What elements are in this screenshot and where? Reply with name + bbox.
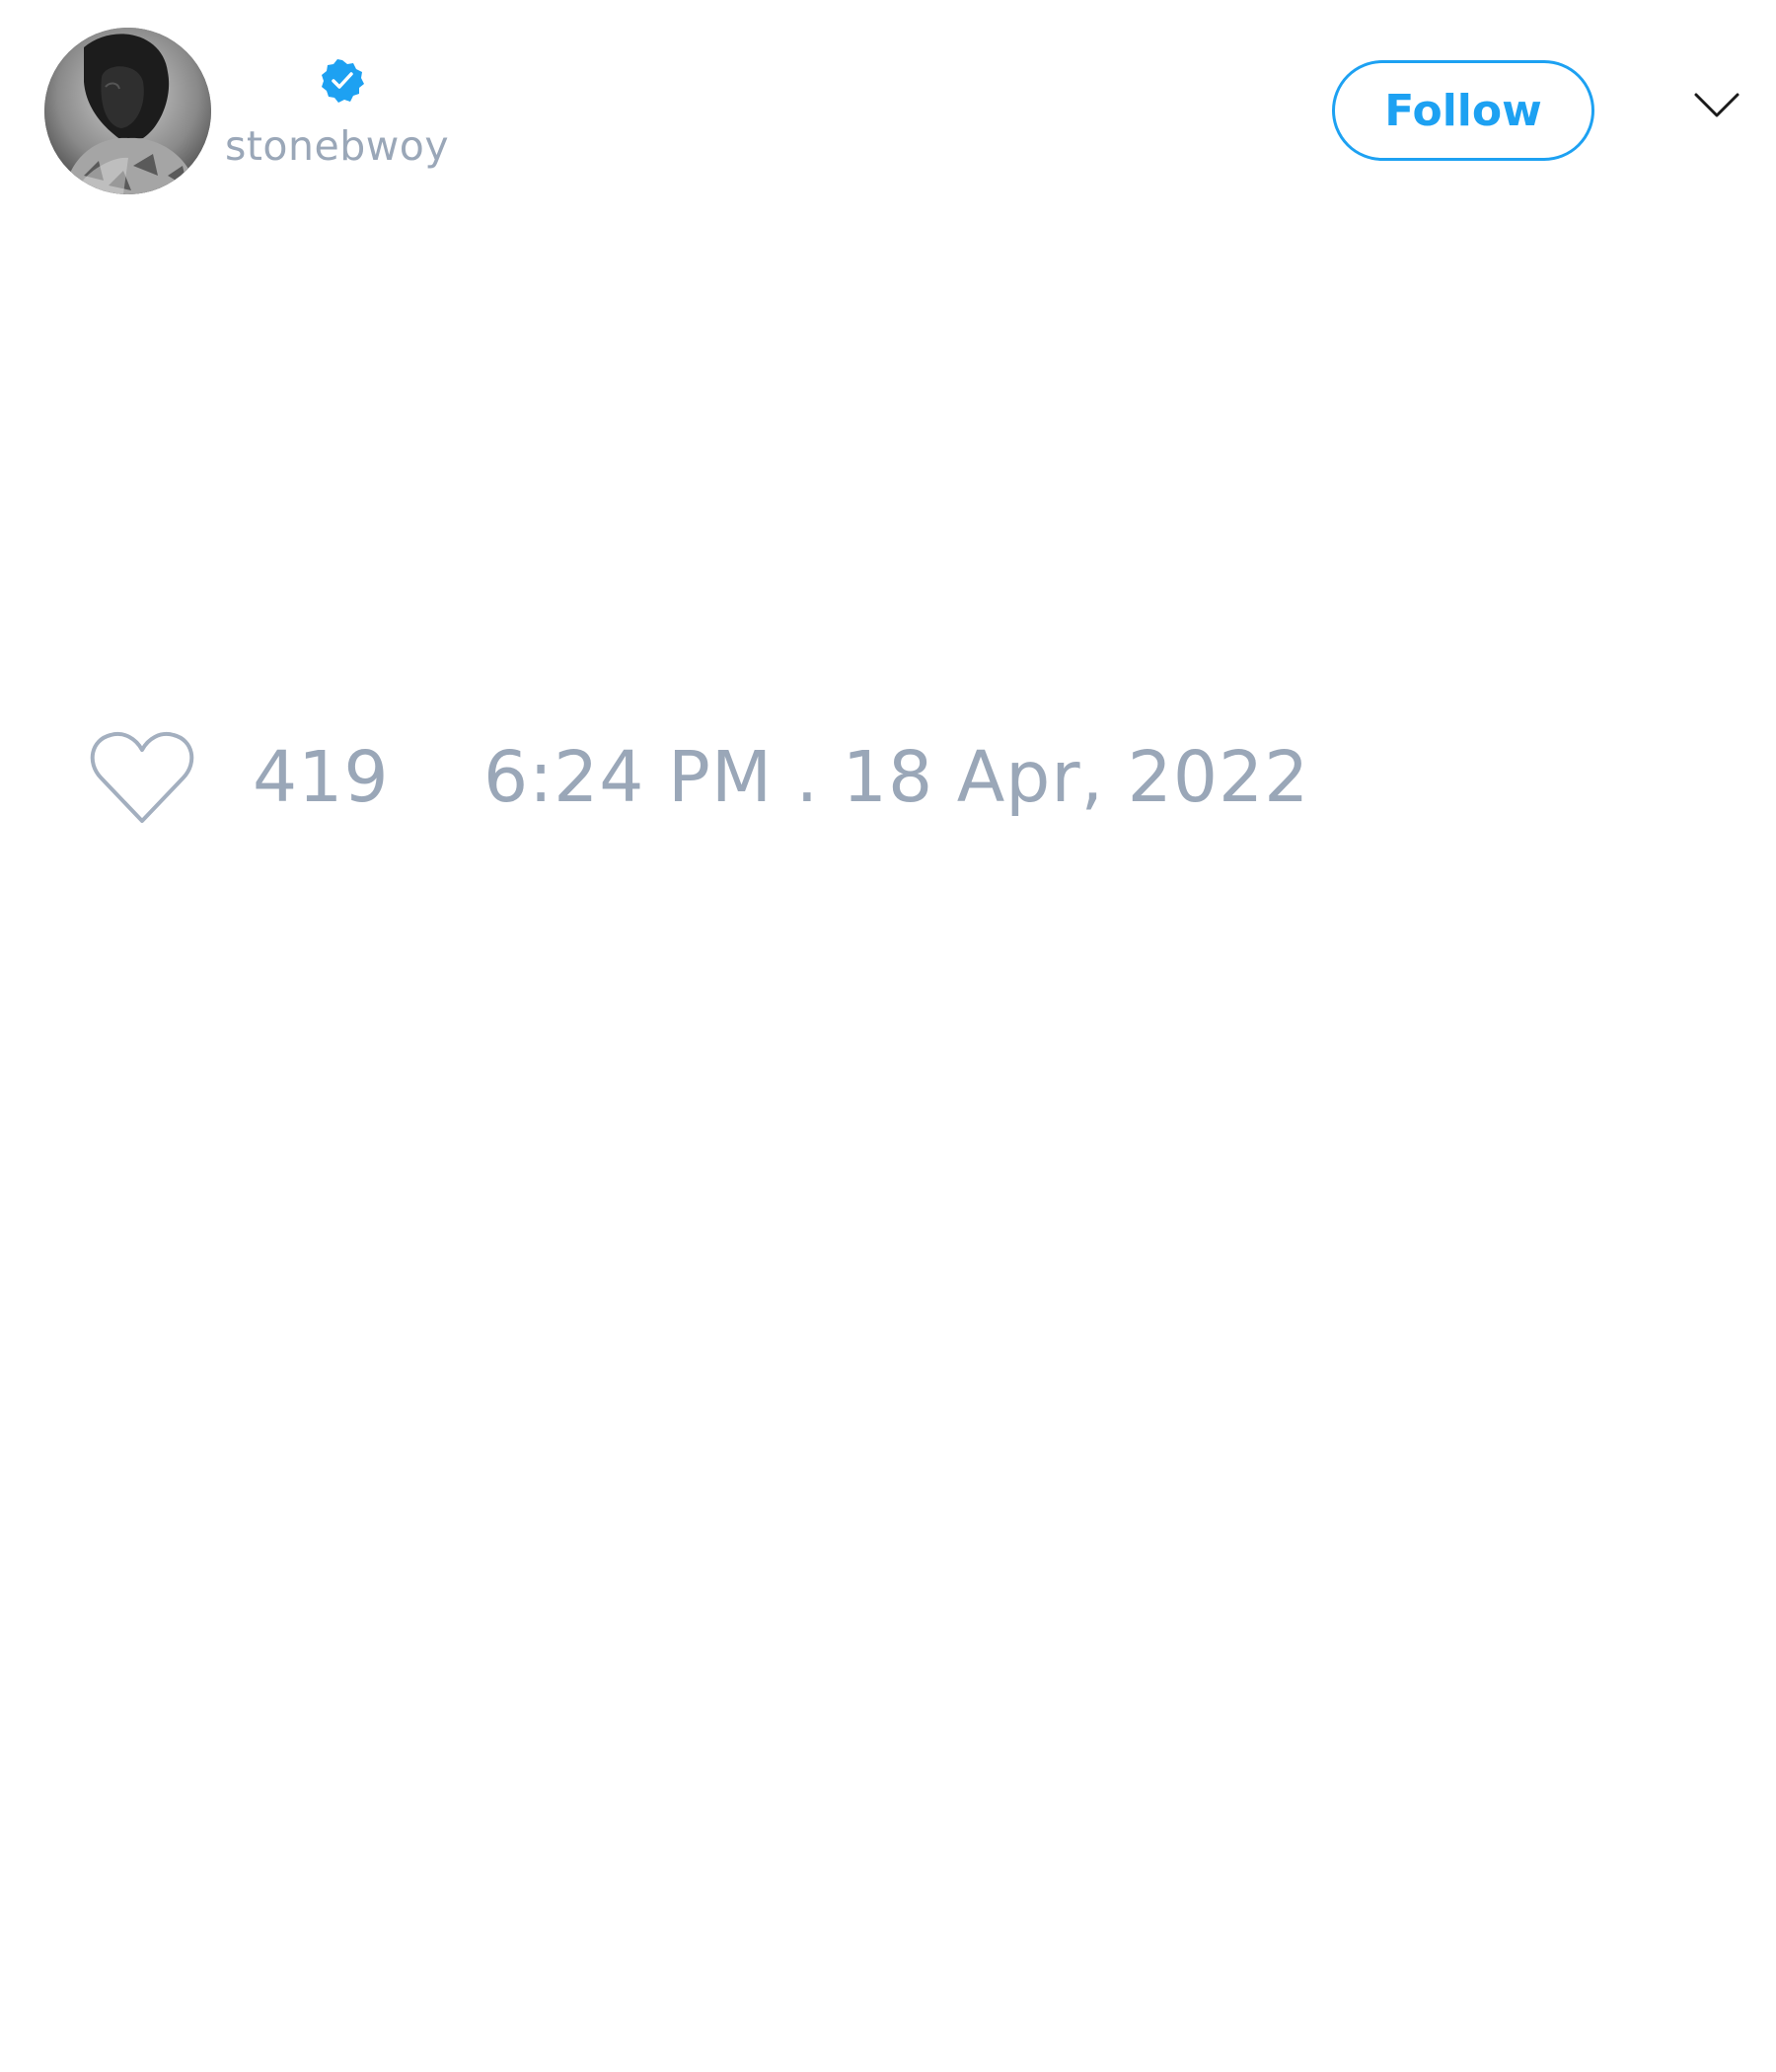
avatar[interactable] [44,28,211,194]
avatar-photo [44,28,211,194]
tweet-card: stonebwoy Follow 419 6:24 PM . 18 Apr, 2… [0,0,1776,2072]
author-handle[interactable]: stonebwoy [225,126,449,167]
follow-button[interactable]: Follow [1332,60,1594,161]
like-count: 419 [253,736,390,818]
heart-icon[interactable] [89,730,195,825]
tweet-timestamp[interactable]: 6:24 PM . 18 Apr, 2022 [483,742,1309,812]
verified-badge-icon [322,59,364,103]
chevron-down-icon[interactable] [1693,91,1740,120]
